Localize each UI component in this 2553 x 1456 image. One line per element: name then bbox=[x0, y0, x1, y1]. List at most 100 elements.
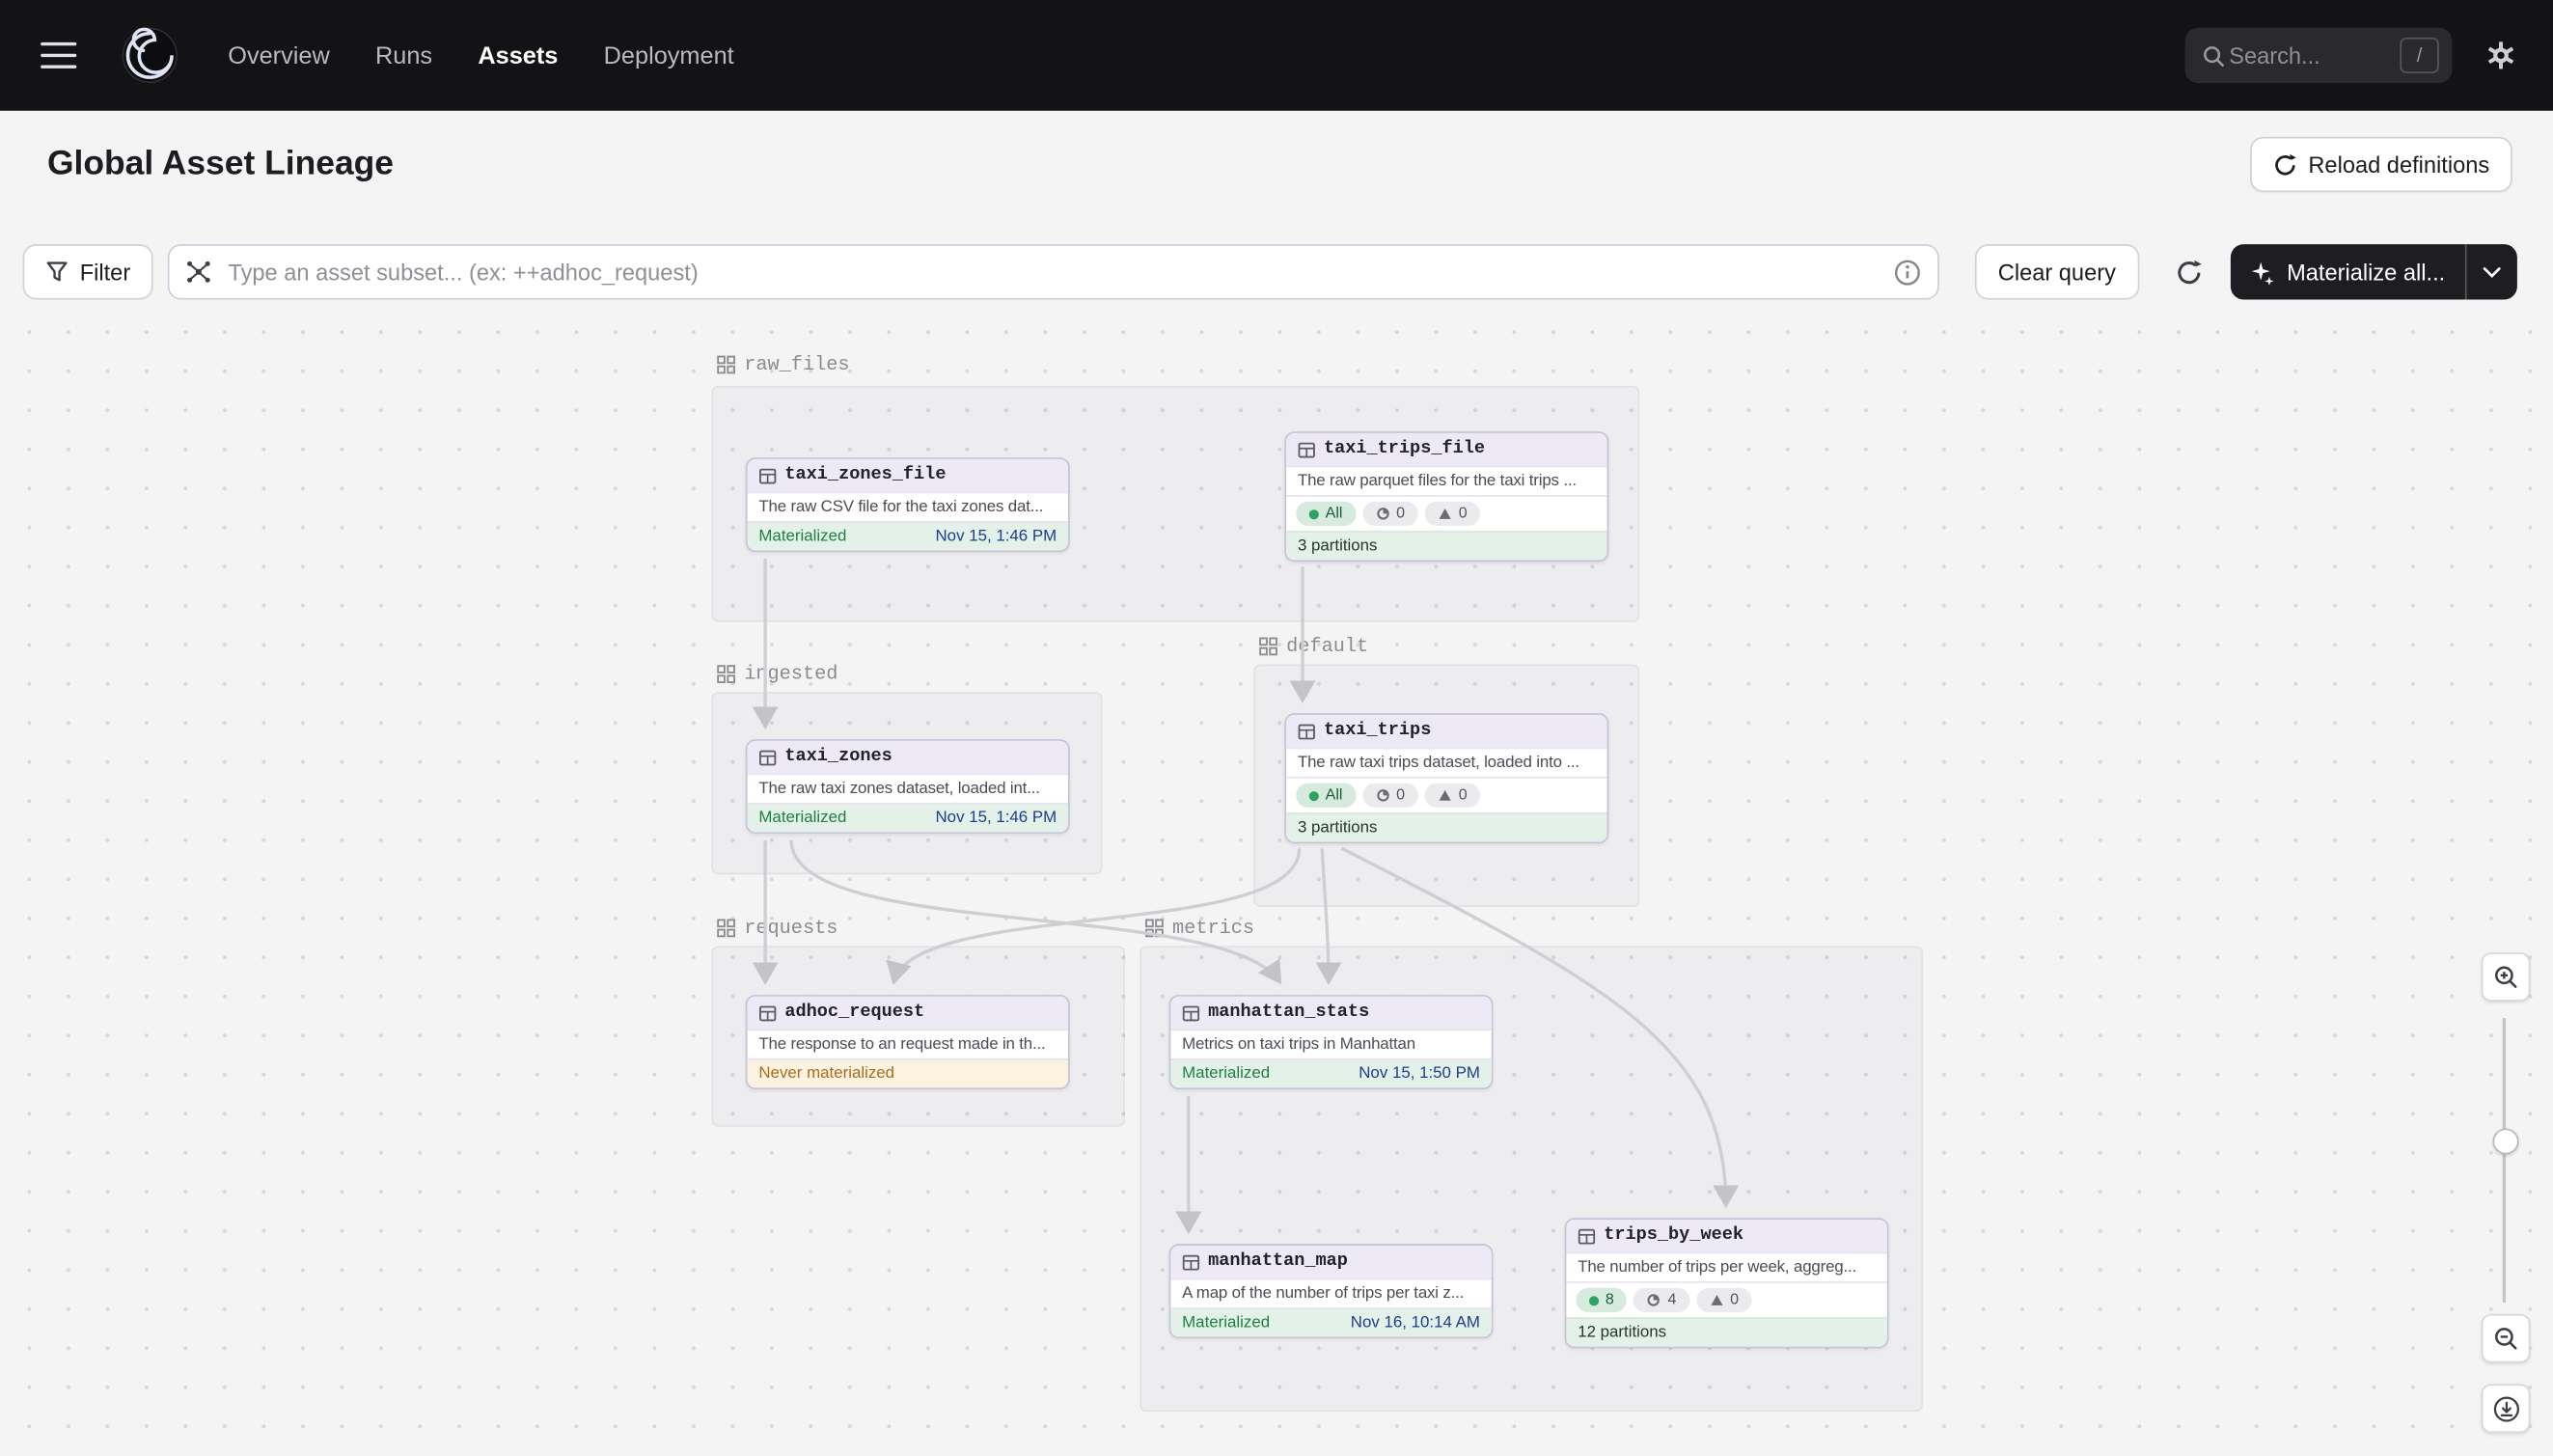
dagster-logo-icon[interactable] bbox=[121, 26, 179, 85]
group-label-requests[interactable]: requests bbox=[717, 917, 838, 940]
asset-description: The raw CSV file for the taxi zones dat.… bbox=[748, 492, 1068, 521]
settings-gear-icon[interactable] bbox=[2484, 40, 2517, 72]
status-label: Never materialized bbox=[758, 1065, 894, 1084]
asset-name: adhoc_request bbox=[784, 1003, 924, 1023]
navbar-right: / bbox=[2185, 28, 2517, 83]
status-timestamp: Nov 15, 1:46 PM bbox=[935, 810, 1057, 828]
refresh-icon bbox=[2176, 258, 2204, 286]
asset-name: taxi_zones bbox=[784, 748, 892, 767]
dagster-app: Overview Runs Assets Deployment / bbox=[0, 0, 2553, 1456]
group-name: metrics bbox=[1172, 917, 1254, 940]
info-icon[interactable] bbox=[1894, 258, 1922, 286]
asset-name: manhattan_map bbox=[1208, 1252, 1348, 1272]
zoom-in-button[interactable] bbox=[2482, 952, 2531, 1002]
filter-label: Filter bbox=[80, 259, 131, 285]
group-label-raw-files[interactable]: raw_files bbox=[717, 353, 850, 376]
search-shortcut-key: / bbox=[2400, 38, 2439, 73]
group-label-ingested[interactable]: ingested bbox=[717, 663, 838, 686]
zoom-slider-track[interactable] bbox=[2503, 1018, 2506, 1303]
asset-node-taxi-zones[interactable]: taxi_zones The raw taxi zones dataset, l… bbox=[746, 739, 1070, 834]
asset-node-header: taxi_zones bbox=[748, 741, 1068, 774]
hamburger-menu-icon[interactable] bbox=[41, 42, 76, 69]
reload-definitions-label: Reload definitions bbox=[2308, 151, 2489, 178]
reload-definitions-button[interactable]: Reload definitions bbox=[2250, 137, 2512, 192]
triangle-icon bbox=[1438, 788, 1452, 803]
failed-pill: 4 bbox=[1633, 1288, 1689, 1312]
status-timestamp: Nov 15, 1:50 PM bbox=[1359, 1065, 1480, 1084]
asset-description: The raw parquet files for the taxi trips… bbox=[1286, 466, 1606, 495]
lineage-toolbar: Filter Clear query bbox=[0, 244, 2553, 299]
circle-icon bbox=[1375, 507, 1389, 521]
asset-node-manhattan-map[interactable]: manhattan_map A map of the number of tri… bbox=[1169, 1244, 1494, 1338]
asset-name: taxi_zones_file bbox=[784, 466, 946, 485]
asset-node-adhoc-request[interactable]: adhoc_request The response to an request… bbox=[746, 995, 1070, 1089]
materialized-pill: 8 bbox=[1577, 1288, 1628, 1312]
zoom-slider-thumb[interactable] bbox=[2493, 1128, 2519, 1154]
download-icon bbox=[2492, 1394, 2520, 1422]
asset-node-trips-by-week[interactable]: trips_by_week The number of trips per we… bbox=[1565, 1218, 1889, 1348]
triangle-icon bbox=[1709, 1293, 1723, 1307]
search-input[interactable] bbox=[2226, 41, 2401, 69]
asset-name: taxi_trips_file bbox=[1324, 440, 1485, 459]
group-grid-icon bbox=[717, 919, 736, 938]
top-navbar: Overview Runs Assets Deployment / bbox=[0, 0, 2553, 111]
table-icon bbox=[758, 748, 777, 766]
group-name: ingested bbox=[744, 663, 837, 686]
missing-pill: 0 bbox=[1424, 783, 1480, 808]
asset-status-row: Never materialized bbox=[748, 1058, 1068, 1087]
download-view-button[interactable] bbox=[2482, 1384, 2531, 1433]
green-dot-icon bbox=[1309, 790, 1319, 800]
asset-query-input[interactable] bbox=[225, 258, 1880, 287]
partition-health-pills: All 0 0 bbox=[1286, 495, 1606, 531]
asset-node-header: taxi_zones_file bbox=[748, 459, 1068, 492]
status-label: Materialized bbox=[1182, 1065, 1270, 1084]
asset-description: Metrics on taxi trips in Manhattan bbox=[1170, 1030, 1491, 1058]
clear-query-label: Clear query bbox=[1998, 259, 2116, 285]
materialize-all-main[interactable]: Materialize all... bbox=[2230, 259, 2464, 285]
nav-link-overview[interactable]: Overview bbox=[228, 41, 329, 69]
clear-query-button[interactable]: Clear query bbox=[1975, 244, 2138, 299]
nav-link-assets[interactable]: Assets bbox=[478, 41, 558, 69]
asset-description: A map of the number of trips per taxi z.… bbox=[1170, 1278, 1491, 1307]
status-label: Materialized bbox=[1182, 1314, 1270, 1332]
missing-pill: 0 bbox=[1424, 502, 1480, 526]
refresh-query-button[interactable] bbox=[2161, 244, 2216, 299]
asset-status-row: Materialized Nov 15, 1:50 PM bbox=[1170, 1058, 1491, 1087]
partition-health-pills: 8 4 0 bbox=[1566, 1281, 1886, 1317]
zoom-out-icon bbox=[2493, 1326, 2519, 1352]
filter-button[interactable]: Filter bbox=[23, 244, 153, 299]
zoom-out-button[interactable] bbox=[2482, 1314, 2531, 1363]
nav-links: Overview Runs Assets Deployment bbox=[228, 41, 733, 69]
materialize-all-label: Materialize all... bbox=[2287, 259, 2445, 285]
group-label-default[interactable]: default bbox=[1258, 635, 1368, 658]
asset-name: manhattan_stats bbox=[1208, 1003, 1369, 1023]
asset-node-taxi-trips-file[interactable]: taxi_trips_file The raw parquet files fo… bbox=[1284, 431, 1608, 562]
group-name: raw_files bbox=[744, 353, 849, 376]
asset-node-taxi-trips[interactable]: taxi_trips The raw taxi trips dataset, l… bbox=[1284, 713, 1608, 843]
op-selector-icon bbox=[186, 259, 212, 285]
triangle-icon bbox=[1438, 507, 1452, 521]
zoom-in-icon bbox=[2493, 964, 2519, 990]
asset-node-taxi-zones-file[interactable]: taxi_zones_file The raw CSV file for the… bbox=[746, 457, 1070, 552]
materialize-all-button[interactable]: Materialize all... bbox=[2230, 244, 2516, 299]
status-timestamp: Nov 15, 1:46 PM bbox=[935, 528, 1057, 546]
group-grid-icon bbox=[1144, 919, 1164, 938]
asset-node-header: manhattan_stats bbox=[1170, 997, 1491, 1030]
lineage-canvas[interactable]: raw_files ingested default requests metr… bbox=[0, 303, 2553, 1456]
group-label-metrics[interactable]: metrics bbox=[1144, 917, 1254, 940]
asset-node-manhattan-stats[interactable]: manhattan_stats Metrics on taxi trips in… bbox=[1169, 995, 1494, 1089]
table-icon bbox=[1182, 1003, 1200, 1022]
materialize-dropdown-toggle[interactable] bbox=[2466, 266, 2516, 278]
search-box[interactable]: / bbox=[2185, 28, 2453, 83]
table-icon bbox=[758, 1003, 777, 1022]
partitions-count: 12 partitions bbox=[1566, 1317, 1886, 1346]
nav-link-deployment[interactable]: Deployment bbox=[604, 41, 734, 69]
asset-description: The raw taxi trips dataset, loaded into … bbox=[1286, 748, 1606, 777]
table-icon bbox=[1182, 1253, 1200, 1272]
nav-link-runs[interactable]: Runs bbox=[375, 41, 432, 69]
partition-health-pills: All 0 0 bbox=[1286, 777, 1606, 812]
table-icon bbox=[758, 466, 777, 484]
group-name: default bbox=[1286, 635, 1368, 658]
asset-node-header: trips_by_week bbox=[1566, 1220, 1886, 1252]
asset-status-row: Materialized Nov 15, 1:46 PM bbox=[748, 521, 1068, 550]
